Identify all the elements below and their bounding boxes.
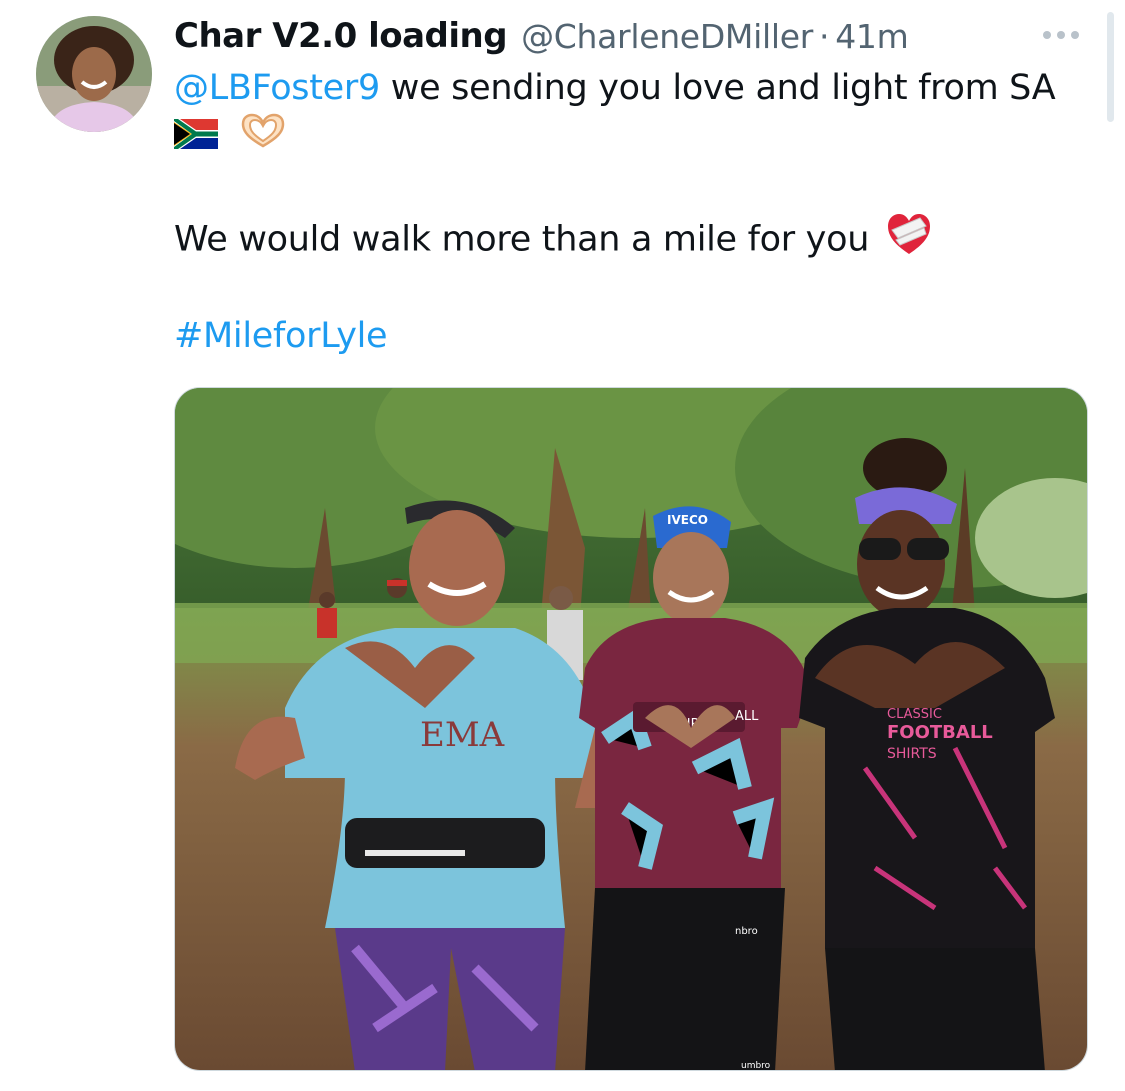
tweet-text-line-3: We would walk more than a mile for you [174,212,932,269]
tweet-text-line-4: #MileforLyle [174,312,388,360]
tweet-text-line-1: @LBFoster9 we sending you love and light… [174,64,1056,112]
cap-text-iveco: IVECO [667,513,708,527]
shirt-text-ema: EMA [420,715,505,755]
user-handle[interactable]: @CharleneDMiller [521,17,813,56]
mending-heart-icon [886,212,932,269]
timestamp[interactable]: 41m [835,17,909,56]
tweet-photo[interactable]: EMA IVECO nbro HIRTS ALL [174,387,1088,1071]
shirt-text-football: FOOTBALL [887,722,993,743]
tweet-text-part: we sending you love and light from SA [379,68,1056,108]
tweet: Char V2.0 loading @CharleneDMiller · 41m… [0,0,1125,1091]
tweet-emoji-line [174,112,287,163]
shirt-text-umbro: nbro [735,926,758,937]
heart-hands-icon [239,112,287,163]
scrollbar[interactable] [1107,12,1114,122]
shorts-text-nbro: umbro [741,1061,771,1071]
south-africa-flag-icon [174,114,218,162]
more-options-button[interactable] [1034,18,1088,52]
avatar[interactable] [36,16,152,132]
shirt-text-classic: CLASSIC [887,707,942,722]
separator-dot: · [818,16,830,56]
hashtag-link[interactable]: #MileforLyle [174,316,388,356]
display-name[interactable]: Char V2.0 loading [174,16,508,56]
mention-link[interactable]: @LBFoster9 [174,68,380,108]
tweet-text-part: We would walk more than a mile for you [174,219,870,260]
tweet-header: Char V2.0 loading @CharleneDMiller · 41m [174,12,909,60]
avatar-image [36,16,152,132]
shirt-text-shirts: SHIRTS [887,746,937,762]
photo-image: EMA IVECO nbro HIRTS ALL [175,388,1087,1071]
more-dots-icon [1043,31,1079,39]
shirt-text-all: ALL [735,709,759,724]
